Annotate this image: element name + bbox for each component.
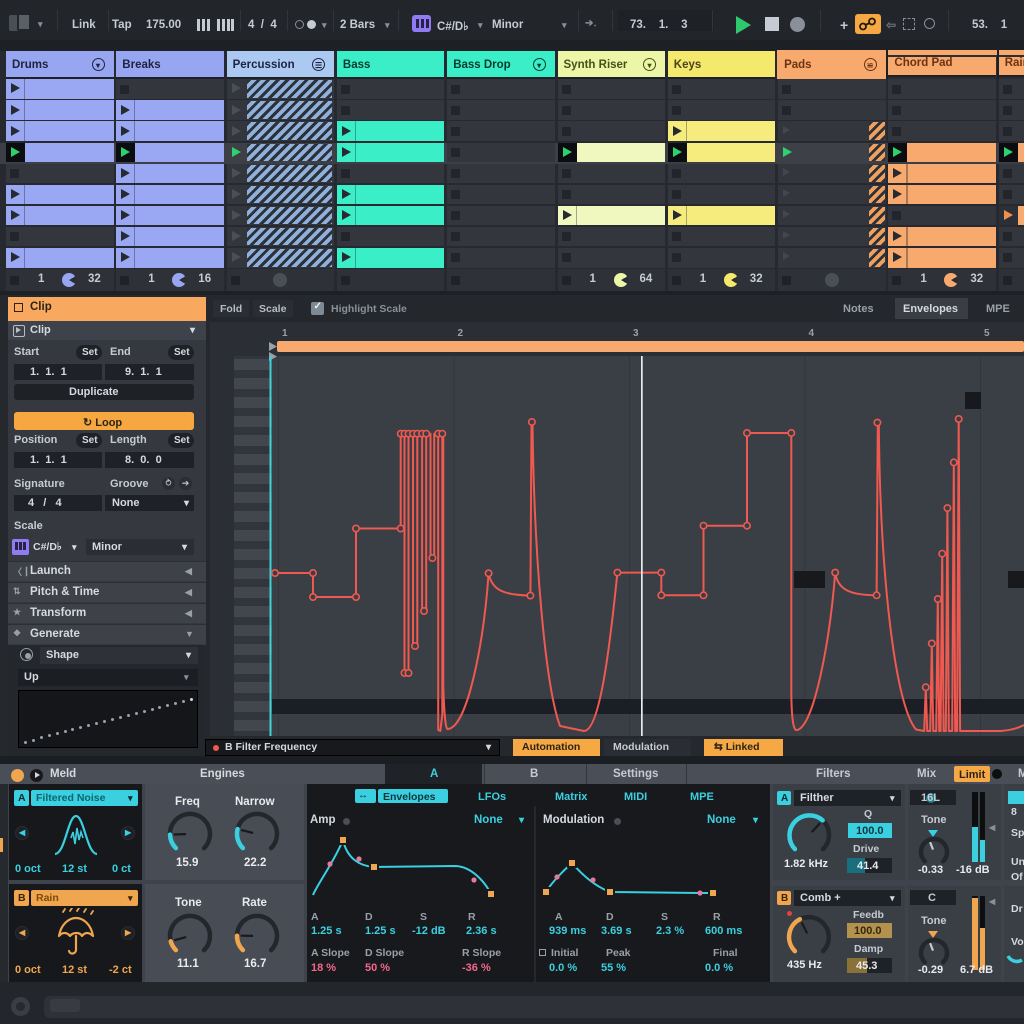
svg-text:5: 5 — [984, 328, 990, 339]
svg-text:3: 3 — [633, 328, 639, 339]
svg-text:4: 4 — [809, 328, 815, 339]
svg-text:1: 1 — [282, 328, 288, 339]
svg-text:2: 2 — [458, 328, 464, 339]
